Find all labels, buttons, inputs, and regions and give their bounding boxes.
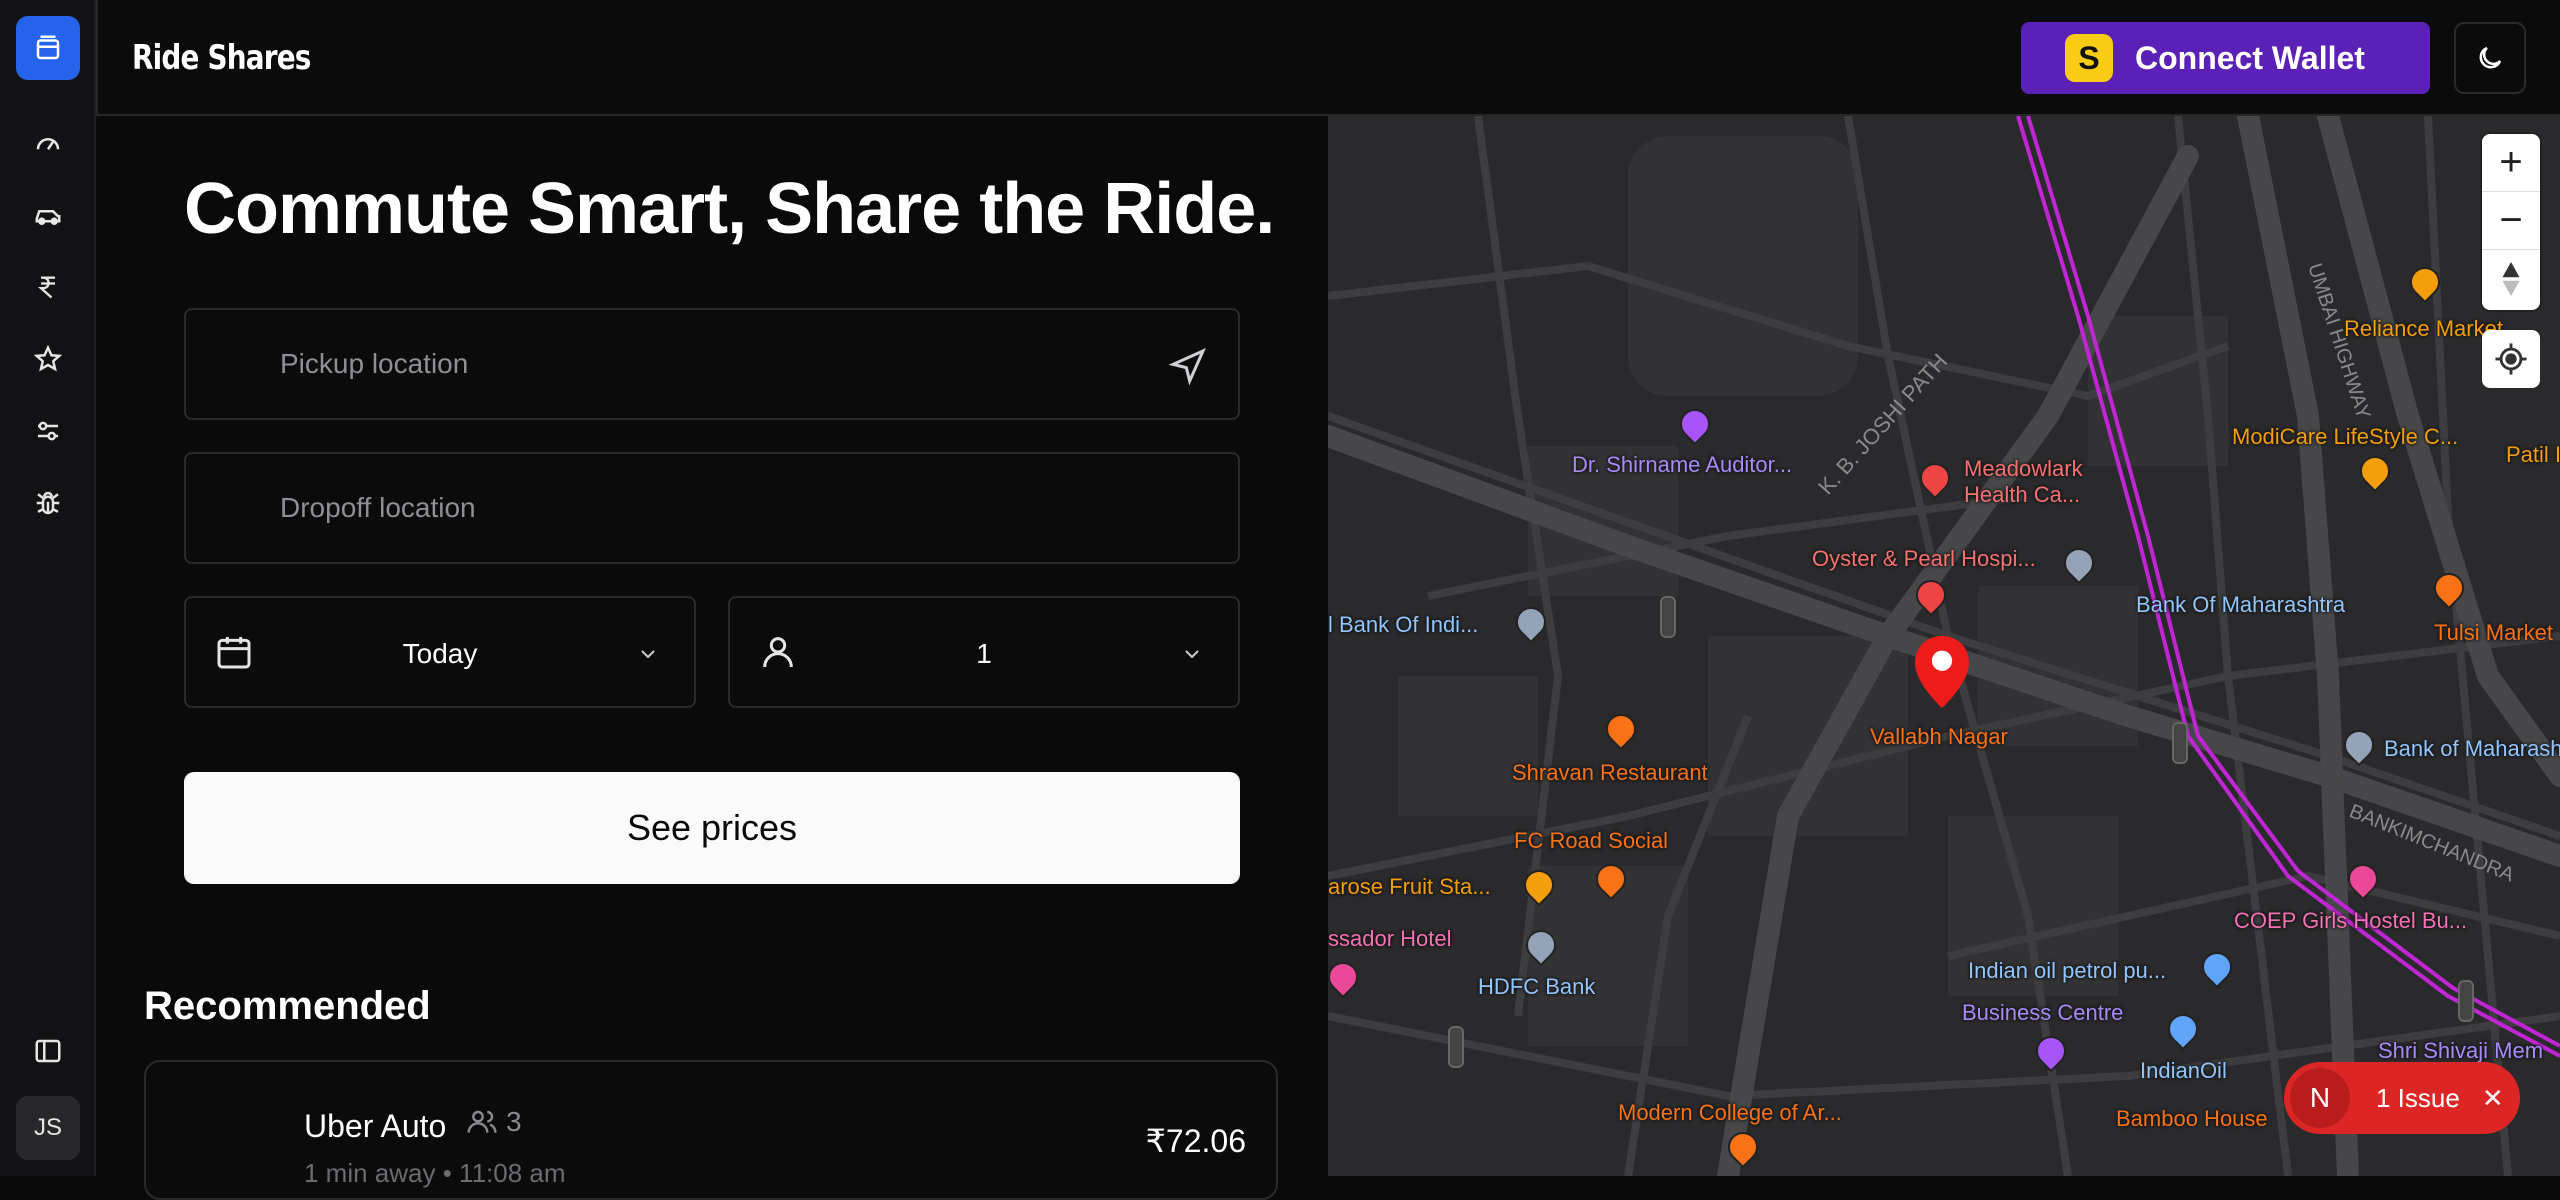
poi-reliance[interactable]: Reliance Market bbox=[2344, 316, 2503, 342]
poi-oyster[interactable]: Oyster & Pearl Hospi... bbox=[1812, 546, 2036, 572]
poi-modicare[interactable]: ModiCare LifeStyle C... bbox=[2232, 424, 2458, 450]
passengers-select[interactable]: 1 bbox=[728, 596, 1240, 708]
app-logo-icon[interactable] bbox=[16, 16, 80, 80]
close-icon[interactable]: ✕ bbox=[2482, 1083, 2504, 1114]
ride-seats: 3 bbox=[466, 1106, 522, 1138]
rupee-icon[interactable] bbox=[24, 263, 72, 311]
next-logo-icon: N bbox=[2290, 1068, 2350, 1128]
poi-ambassador[interactable]: ssador Hotel bbox=[1328, 926, 1452, 952]
poi-meadowlark-sub[interactable]: Health Ca... bbox=[1964, 482, 2080, 508]
zoom-in-button[interactable]: + bbox=[2482, 134, 2540, 192]
ride-price: ₹72.06 bbox=[1145, 1123, 1246, 1159]
passengers-value: 1 bbox=[976, 638, 992, 669]
poi-fc-road[interactable]: FC Road Social bbox=[1514, 828, 1668, 854]
wallet-icon: S bbox=[2065, 34, 2113, 82]
poi-shravan[interactable]: Shravan Restaurant bbox=[1512, 760, 1708, 786]
geolocate-button[interactable] bbox=[2482, 330, 2540, 388]
ride-name: Uber Auto bbox=[304, 1108, 447, 1144]
poi-patil[interactable]: Patil I bbox=[2506, 442, 2560, 468]
ride-card[interactable]: Uber Auto 3 1 min away • 11:08 am ₹72.06 bbox=[144, 1060, 1278, 1200]
location-marker-icon[interactable] bbox=[1914, 636, 1970, 708]
map-zoom-control: + − bbox=[2482, 134, 2540, 310]
poi-meadowlark[interactable]: Meadowlark bbox=[1964, 456, 2083, 482]
sliders-icon[interactable] bbox=[24, 407, 72, 455]
pickup-input[interactable] bbox=[280, 310, 1100, 418]
poi-bom1[interactable]: Bank Of Maharashtra bbox=[2136, 592, 2345, 618]
traffic-light-icon bbox=[1448, 1026, 1464, 1068]
poi-vallabh[interactable]: Vallabh Nagar bbox=[1870, 724, 2008, 750]
poi-shirname[interactable]: Dr. Shirname Auditor... bbox=[1572, 452, 1792, 478]
car-icon[interactable] bbox=[24, 191, 72, 239]
date-value: Today bbox=[402, 638, 478, 669]
poi-coep[interactable]: COEP Girls Hostel Bu... bbox=[2234, 908, 2467, 934]
date-select[interactable]: Today bbox=[184, 596, 696, 708]
page-title: Commute Smart, Share the Ride. bbox=[184, 169, 1275, 249]
compass-button[interactable] bbox=[2482, 250, 2540, 308]
app-title: Ride Shares bbox=[132, 38, 311, 78]
recommended-title: Recommended bbox=[144, 984, 431, 1028]
sidebar-toggle-icon[interactable] bbox=[24, 1027, 72, 1075]
see-prices-button[interactable]: See prices bbox=[184, 772, 1240, 884]
users-icon bbox=[467, 1110, 497, 1133]
dashboard-icon[interactable] bbox=[24, 119, 72, 167]
traffic-light-icon bbox=[1660, 596, 1676, 638]
poi-indianoil[interactable]: IndianOil bbox=[2140, 1058, 2227, 1084]
theme-toggle-button[interactable] bbox=[2454, 22, 2526, 94]
poi-indian-oil-pump[interactable]: Indian oil petrol pu... bbox=[1968, 958, 2166, 984]
sidebar-rail: JS bbox=[0, 0, 96, 1176]
traffic-light-icon bbox=[2458, 980, 2474, 1022]
poi-hdfc[interactable]: HDFC Bank bbox=[1478, 974, 1595, 1000]
ride-seat-count: 3 bbox=[506, 1106, 522, 1137]
booking-panel: Commute Smart, Share the Ride. Today 1 S… bbox=[96, 116, 1328, 1200]
star-icon[interactable] bbox=[24, 335, 72, 383]
connect-wallet-button[interactable]: S Connect Wallet bbox=[2021, 22, 2430, 94]
avatar[interactable]: JS bbox=[16, 1096, 80, 1160]
zoom-out-button[interactable]: − bbox=[2482, 192, 2540, 250]
compass-icon bbox=[2502, 262, 2520, 296]
bug-icon[interactable] bbox=[24, 479, 72, 527]
issue-count: 1 Issue bbox=[2376, 1082, 2460, 1113]
ride-eta: 1 min away • 11:08 am bbox=[304, 1158, 566, 1188]
poi-boi[interactable]: l Bank Of Indi... bbox=[1328, 612, 1478, 638]
poi-modern-college[interactable]: Modern College of Ar... bbox=[1618, 1100, 1842, 1126]
crosshair-icon bbox=[2495, 343, 2527, 375]
moon-icon bbox=[2479, 46, 2502, 69]
poi-shivaji[interactable]: Shri Shivaji Mem bbox=[2378, 1038, 2543, 1064]
chevron-down-icon bbox=[641, 650, 655, 659]
dropoff-input[interactable] bbox=[280, 454, 1100, 562]
top-header: Ride Shares S Connect Wallet bbox=[96, 0, 2560, 116]
connect-wallet-label: Connect Wallet bbox=[2135, 39, 2365, 76]
traffic-light-icon bbox=[2172, 722, 2188, 764]
poi-tulsi[interactable]: Tulsi Market bbox=[2434, 620, 2553, 646]
chevron-down-icon bbox=[1185, 650, 1199, 659]
poi-bom2[interactable]: Bank of Maharashtra bbox=[2384, 736, 2560, 762]
pickup-field[interactable] bbox=[184, 308, 1240, 420]
map-view[interactable]: UMBAI HIGHWAY K. B. JOSHI PATH BANKIMCHA… bbox=[1328, 116, 2560, 1176]
poi-business-centre[interactable]: Business Centre bbox=[1962, 1000, 2123, 1026]
navigation-arrow-icon[interactable] bbox=[1168, 346, 1208, 386]
dropoff-field[interactable] bbox=[184, 452, 1240, 564]
issue-badge[interactable]: N 1 Issue ✕ bbox=[2284, 1062, 2520, 1134]
poi-fruit-stall[interactable]: arose Fruit Sta... bbox=[1328, 874, 1491, 900]
poi-bamboo-house[interactable]: Bamboo House bbox=[2116, 1106, 2268, 1132]
